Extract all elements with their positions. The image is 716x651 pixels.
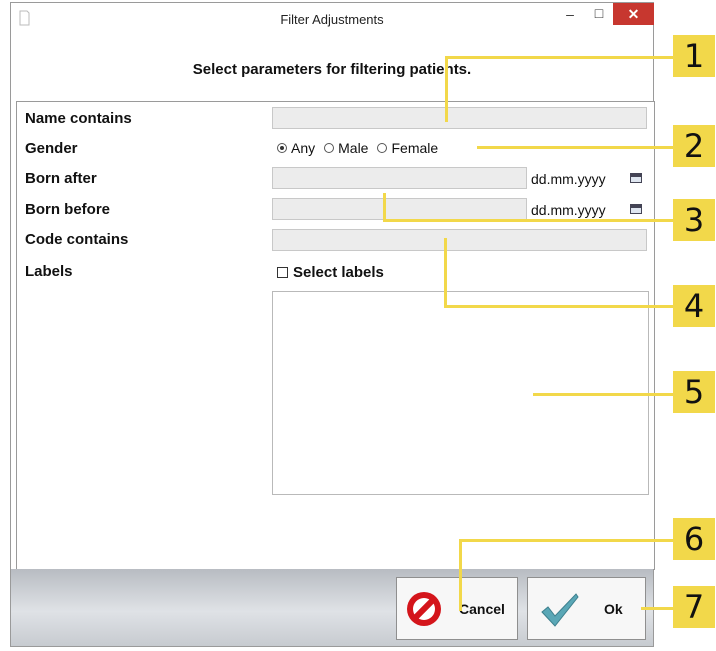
- checkmark-icon: [541, 593, 579, 627]
- minimize-button[interactable]: –: [556, 6, 584, 30]
- select-labels-checkbox[interactable]: Select labels: [277, 264, 384, 281]
- callout-4-line: [444, 238, 447, 308]
- callout-6-line: [459, 539, 462, 611]
- button-bar: Cancel Ok: [11, 569, 653, 646]
- calendar-icon[interactable]: [630, 173, 642, 183]
- born-before-input[interactable]: [272, 198, 527, 220]
- callout-3-line: [383, 219, 673, 222]
- cancel-label: Cancel: [459, 601, 505, 617]
- callout-5-badge: 5: [673, 371, 715, 413]
- title-bar: Filter Adjustments – □ ✕: [11, 3, 654, 35]
- filter-dialog: Filter Adjustments – □ ✕ Select paramete…: [10, 2, 655, 647]
- gender-male-label: Male: [338, 140, 369, 156]
- gender-any-label: Any: [291, 140, 316, 156]
- callout-3-line: [383, 193, 386, 222]
- name-contains-input[interactable]: [272, 107, 647, 129]
- callout-2-badge: 2: [673, 125, 715, 167]
- callout-1-line: [445, 56, 673, 59]
- radio-unselected-icon: [324, 143, 335, 153]
- born-after-label: Born after: [25, 170, 97, 187]
- gender-radio-group: Any Male Female: [277, 140, 447, 156]
- checkbox-icon: [277, 267, 288, 278]
- callout-7-badge: 7: [673, 586, 715, 628]
- close-button[interactable]: ✕: [613, 3, 654, 25]
- cancel-button[interactable]: Cancel: [396, 577, 518, 640]
- gender-male-radio[interactable]: Male: [324, 140, 368, 156]
- labels-label: Labels: [25, 263, 73, 280]
- code-contains-label: Code contains: [25, 231, 129, 248]
- born-before-format: dd.mm.yyyy: [531, 202, 606, 218]
- cancel-icon: [407, 592, 441, 626]
- callout-4-badge: 4: [673, 285, 715, 327]
- callout-2-line: [477, 146, 673, 149]
- name-contains-label: Name contains: [25, 110, 132, 127]
- filter-form: Name contains Gender Any Male Female Bor…: [16, 101, 655, 570]
- callout-6-line: [459, 539, 673, 542]
- radio-selected-icon: [277, 143, 287, 153]
- dialog-heading: Select parameters for filtering patients…: [192, 61, 472, 78]
- radio-unselected-icon: [377, 143, 388, 153]
- maximize-button[interactable]: □: [585, 5, 613, 29]
- code-contains-input[interactable]: [272, 229, 647, 251]
- callout-6-badge: 6: [673, 518, 715, 560]
- gender-any-radio[interactable]: Any: [277, 140, 315, 156]
- callout-3-badge: 3: [673, 199, 715, 241]
- ok-label: Ok: [604, 601, 623, 617]
- callout-1-line: [445, 56, 448, 122]
- callout-4-line: [444, 305, 673, 308]
- ok-button[interactable]: Ok: [527, 577, 646, 640]
- callout-5-line: [533, 393, 673, 396]
- select-labels-text: Select labels: [293, 264, 384, 281]
- born-after-format: dd.mm.yyyy: [531, 171, 606, 187]
- born-after-input[interactable]: [272, 167, 527, 189]
- gender-label: Gender: [25, 140, 78, 157]
- callout-7-line: [641, 607, 673, 610]
- callout-1-badge: 1: [673, 35, 715, 77]
- born-before-label: Born before: [25, 201, 111, 218]
- calendar-icon[interactable]: [630, 204, 642, 214]
- gender-female-label: Female: [391, 140, 439, 156]
- gender-female-radio[interactable]: Female: [377, 140, 438, 156]
